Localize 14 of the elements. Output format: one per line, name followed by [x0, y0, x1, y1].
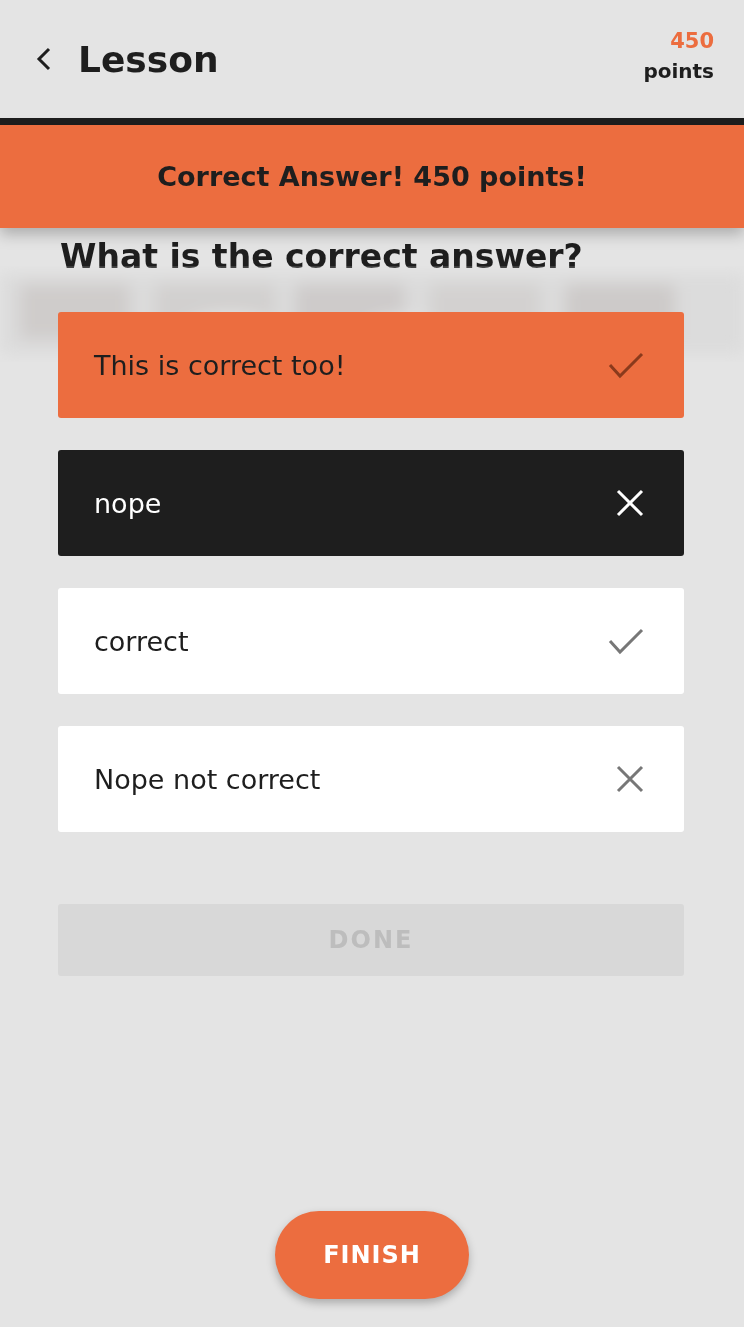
- answer-option[interactable]: correct: [58, 588, 684, 694]
- answer-option[interactable]: nope: [58, 450, 684, 556]
- close-icon: [616, 489, 644, 517]
- question-text: What is the correct answer?: [60, 237, 584, 276]
- back-icon: [36, 47, 52, 71]
- banner-message: Correct Answer! 450 points!: [157, 161, 587, 192]
- page-title: Lesson: [78, 38, 220, 80]
- answer-option[interactable]: This is correct too!: [58, 312, 684, 418]
- score-label: points: [643, 59, 714, 83]
- answer-option[interactable]: Nope not correct: [58, 726, 684, 832]
- score-value: 450: [670, 29, 714, 53]
- close-icon: [616, 765, 644, 793]
- check-icon: [608, 351, 644, 379]
- check-icon: [608, 627, 644, 655]
